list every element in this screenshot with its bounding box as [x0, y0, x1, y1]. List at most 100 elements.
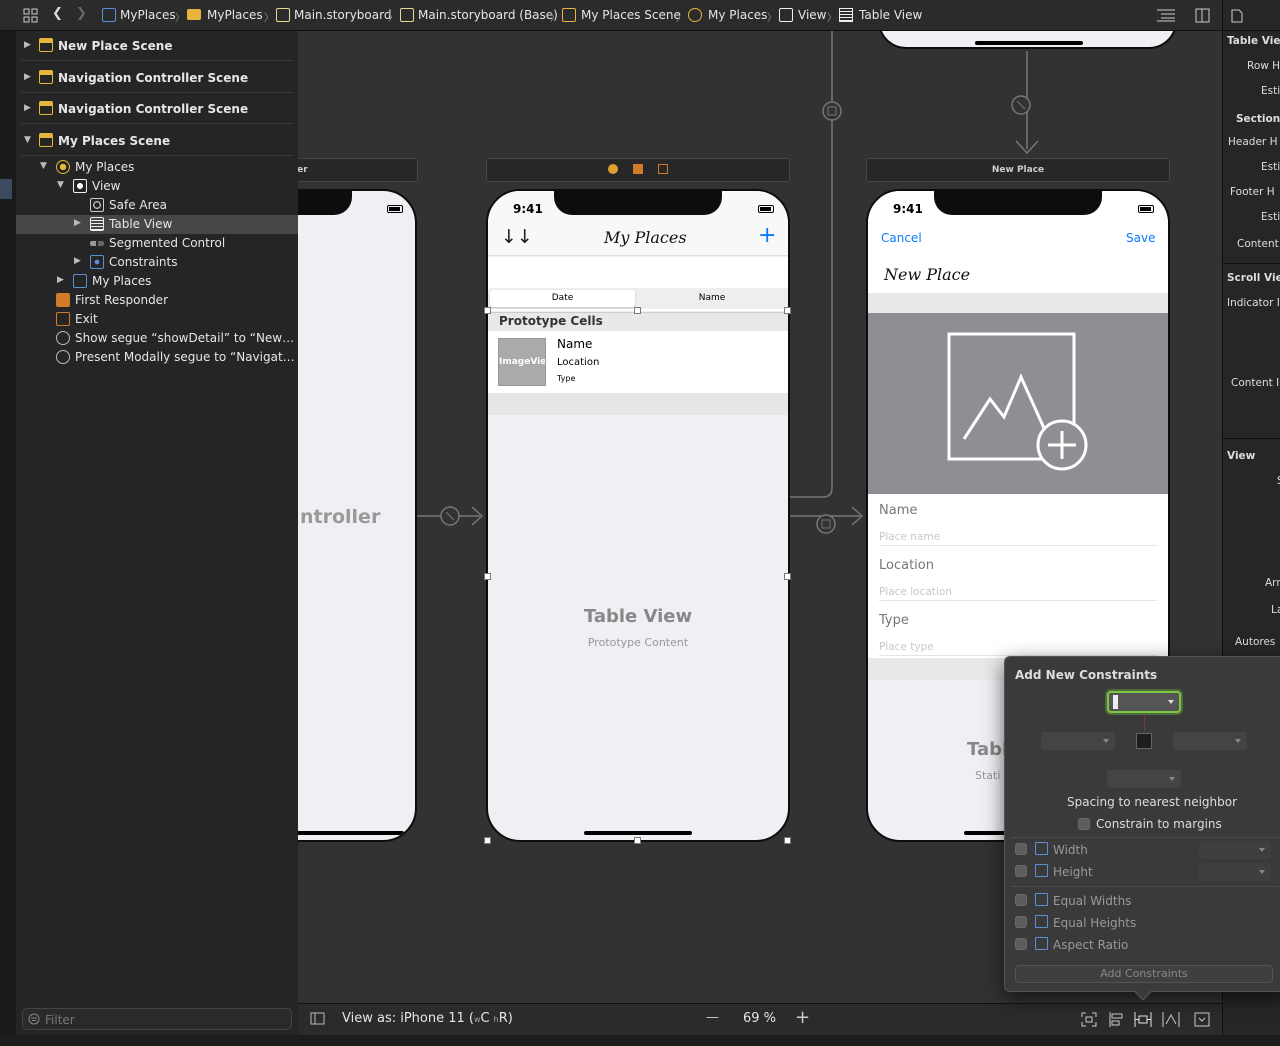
segmented-control[interactable]: Date Name: [488, 288, 788, 309]
field-input[interactable]: Place location: [879, 586, 1157, 601]
resize-handle[interactable]: [634, 837, 641, 844]
add-place-button[interactable]: +: [758, 223, 776, 248]
my-places-scene-phone[interactable]: 9:41 ↓↓ My Places + Date Name Prototype …: [486, 189, 790, 842]
resize-handle[interactable]: [784, 837, 791, 844]
editor-options-icon[interactable]: [1157, 9, 1175, 22]
trailing-spacing-field[interactable]: [1173, 732, 1247, 750]
outline-item[interactable]: Safe Area: [16, 196, 298, 215]
width-value-field[interactable]: [1199, 841, 1271, 859]
width-checkbox[interactable]: [1015, 843, 1027, 855]
first-responder-dock-icon[interactable]: [633, 163, 643, 174]
breadcrumb-item[interactable]: Table View: [859, 8, 922, 22]
outline-item-label: Safe Area: [109, 198, 168, 212]
add-editor-icon[interactable]: [1195, 8, 1210, 23]
outline-scene[interactable]: ▼ My Places Scene: [21, 126, 293, 156]
breadcrumb-item[interactable]: View: [798, 8, 826, 22]
height-checkbox[interactable]: [1015, 865, 1027, 877]
aspect-ratio-checkbox[interactable]: [1015, 938, 1027, 950]
outline-scene[interactable]: ▶ Navigation Controller Scene: [21, 94, 293, 124]
cell-location-label: Location: [557, 357, 600, 368]
leading-spacing-field[interactable]: [1041, 732, 1115, 750]
outline-scene[interactable]: ▶ Navigation Controller Scene: [21, 63, 293, 93]
outline-item[interactable]: Show segue “showDetail” to “New…: [16, 329, 298, 348]
outline-item[interactable]: Present Modally segue to “Navigat…: [16, 348, 298, 367]
forward-chevron-icon[interactable]: ❯: [76, 6, 87, 21]
related-items-grid-icon[interactable]: [23, 8, 38, 23]
disclosure-closed-icon[interactable]: ▶: [74, 256, 81, 266]
height-value-field[interactable]: [1199, 863, 1271, 881]
resize-handle[interactable]: [784, 573, 791, 580]
place-image-area[interactable]: [868, 313, 1168, 494]
outline-item[interactable]: ▶ Constraints: [16, 253, 298, 272]
cancel-button[interactable]: Cancel: [881, 231, 922, 245]
exit-dock-icon[interactable]: [658, 163, 669, 174]
outline-item[interactable]: ▶ Table View: [16, 215, 298, 234]
disclosure-open-icon[interactable]: ▼: [57, 180, 64, 190]
document-outline: ▶ New Place Scene ▶ Navigation Controller S…: [16, 31, 298, 1003]
sort-button[interactable]: ↓↓: [501, 226, 533, 248]
back-chevron-icon[interactable]: ❮: [52, 6, 63, 21]
outline-item[interactable]: Exit: [16, 310, 298, 329]
table-row[interactable]: ImageVie Name Location Type: [488, 331, 788, 393]
disclosure-closed-icon[interactable]: ▶: [24, 72, 31, 82]
save-button[interactable]: Save: [1126, 231, 1155, 245]
left-scene-bar[interactable]: ller: [298, 158, 418, 182]
resolve-issues-icon[interactable]: [1162, 1012, 1180, 1027]
outline-item[interactable]: Segmented Control: [16, 234, 298, 253]
inspector-view-header: View: [1227, 450, 1256, 462]
align-icon[interactable]: [1108, 1012, 1124, 1027]
breadcrumb-item[interactable]: Main.storyboard: [294, 8, 391, 22]
segment-name[interactable]: Name: [638, 290, 786, 307]
disclosure-open-icon[interactable]: ▼: [40, 161, 47, 171]
resize-handle[interactable]: [484, 837, 491, 844]
disclosure-closed-icon[interactable]: ▶: [57, 275, 64, 285]
outline-item[interactable]: First Responder: [16, 291, 298, 310]
zoom-out-button[interactable]: —: [706, 1010, 719, 1025]
filter-field[interactable]: Filter: [22, 1008, 292, 1030]
resize-handle[interactable]: [484, 307, 491, 314]
estimate-label: Esti: [1261, 85, 1280, 97]
file-inspector-icon[interactable]: [1231, 9, 1243, 23]
field-input[interactable]: Place name: [879, 531, 1157, 546]
top-spacing-field[interactable]: [1107, 691, 1181, 713]
top-scene-phone-fragment[interactable]: [878, 31, 1177, 49]
layout-label: La: [1271, 604, 1280, 616]
field-input[interactable]: Place type: [879, 641, 1157, 656]
bottom-spacing-field[interactable]: [1107, 770, 1181, 788]
breadcrumb-item[interactable]: Main.storyboard (Base): [418, 8, 558, 22]
equal-heights-icon: [1035, 915, 1048, 928]
breadcrumb-item[interactable]: My Places Scene: [581, 8, 681, 22]
view-as-device[interactable]: View as: iPhone 11 (wC hR): [342, 1011, 513, 1026]
outline-scene[interactable]: ▶ New Place Scene: [21, 31, 293, 61]
resize-handle[interactable]: [484, 573, 491, 580]
disclosure-closed-icon[interactable]: ▶: [24, 103, 31, 113]
segment-date[interactable]: Date: [490, 290, 635, 307]
disclosure-closed-icon[interactable]: ▶: [74, 218, 81, 228]
my-places-scene-bar[interactable]: [486, 158, 790, 182]
constrain-to-margins-checkbox[interactable]: [1078, 818, 1090, 830]
add-constraints-button[interactable]: Add Constraints: [1015, 965, 1273, 983]
breadcrumb-item[interactable]: My Places: [708, 8, 767, 22]
breadcrumb-item[interactable]: MyPlaces: [207, 8, 263, 22]
add-new-constraints-icon[interactable]: [1134, 1012, 1152, 1027]
outline-item[interactable]: ▼ My Places: [16, 158, 298, 177]
equal-heights-checkbox[interactable]: [1015, 916, 1027, 928]
navigation-controller-scene-phone[interactable]: ntroller: [298, 189, 417, 842]
outline-item[interactable]: ▼ View: [16, 177, 298, 196]
add-photo-icon: [947, 332, 1088, 471]
breadcrumb-item[interactable]: MyPlaces: [120, 8, 176, 22]
view-controller-dock-icon[interactable]: [607, 163, 618, 174]
equal-widths-checkbox[interactable]: [1015, 894, 1027, 906]
disclosure-open-icon[interactable]: ▼: [24, 135, 31, 145]
new-place-scene-bar[interactable]: New Place: [866, 158, 1170, 182]
hide-outline-icon[interactable]: [310, 1012, 325, 1025]
resize-handle[interactable]: [634, 307, 641, 314]
resize-handle[interactable]: [784, 307, 791, 314]
disclosure-closed-icon[interactable]: ▶: [24, 40, 31, 50]
height-icon: [1035, 864, 1048, 877]
outline-item[interactable]: ▶ My Places: [16, 272, 298, 291]
update-frames-icon[interactable]: [1081, 1012, 1097, 1027]
scene-icon: [39, 101, 53, 115]
zoom-in-button[interactable]: +: [795, 1007, 810, 1028]
embed-in-icon[interactable]: [1194, 1012, 1210, 1027]
